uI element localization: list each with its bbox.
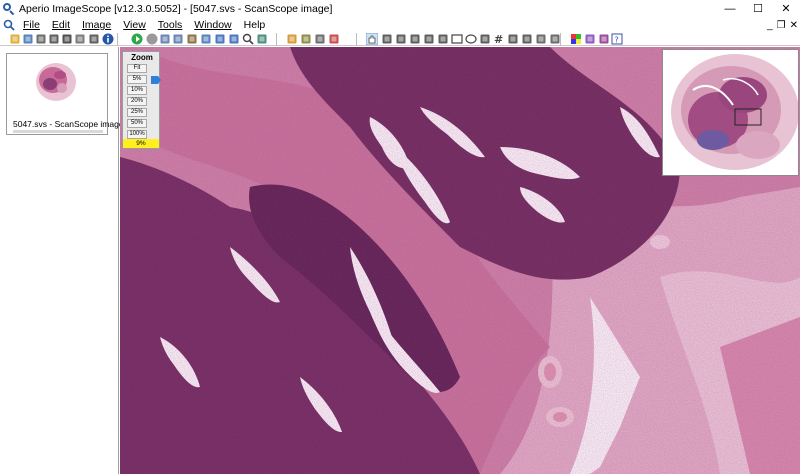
- ellipse-icon[interactable]: [465, 33, 477, 45]
- arrow-tool-icon[interactable]: [479, 33, 491, 45]
- annotation-icon[interactable]: [300, 33, 312, 45]
- select-arrow-icon[interactable]: [381, 33, 393, 45]
- zoom-panel: Zoom Fit 5% 10% 20% 25% 50% 100% 9%: [122, 51, 161, 149]
- save-icon[interactable]: [22, 33, 34, 45]
- pan-hand-icon[interactable]: [365, 32, 379, 46]
- svg-text:?: ?: [615, 36, 619, 45]
- stop-icon[interactable]: [146, 33, 158, 45]
- zoom-25-button[interactable]: 25%: [127, 108, 147, 117]
- menu-image[interactable]: Image: [76, 19, 117, 31]
- network-icon[interactable]: [159, 33, 171, 45]
- rectangle-icon[interactable]: [451, 33, 463, 45]
- menu-window[interactable]: Window: [188, 19, 237, 31]
- zoom-5-button[interactable]: 5%: [127, 75, 147, 84]
- toolbar-separator: [356, 33, 357, 46]
- color-icon[interactable]: [570, 33, 582, 45]
- title-bar: Aperio ImageScope [v12.3.0.5052] - [5047…: [0, 0, 800, 17]
- imagescope-window: Aperio ImageScope [v12.3.0.5052] - [5047…: [0, 0, 800, 474]
- info-icon[interactable]: [102, 33, 114, 45]
- hash-icon[interactable]: #: [493, 33, 505, 46]
- label-icon[interactable]: [507, 33, 519, 45]
- document-magnifier-icon[interactable]: [3, 19, 17, 31]
- doc-close-button[interactable]: ✕: [790, 20, 798, 31]
- pen-tool-icon[interactable]: [437, 33, 449, 45]
- layer-icon[interactable]: [535, 33, 547, 45]
- misc-icon[interactable]: [598, 33, 610, 45]
- slide-thumbnail-image: [36, 63, 76, 101]
- export-icon[interactable]: [328, 33, 340, 45]
- thumbnail-label: 5047.svs - ScanScope image: [13, 119, 124, 129]
- window-title: Aperio ImageScope [v12.3.0.5052] - [5047…: [19, 2, 333, 15]
- overview-window-icon[interactable]: [214, 33, 226, 45]
- menu-edit[interactable]: Edit: [46, 19, 76, 31]
- magnify-icon[interactable]: [242, 33, 254, 45]
- minimize-button[interactable]: —: [716, 0, 744, 17]
- lut-icon[interactable]: [584, 33, 596, 45]
- toolbar: #?: [0, 32, 800, 46]
- zoom-20-button[interactable]: 20%: [127, 97, 147, 106]
- doc-restore-button[interactable]: ❐: [777, 20, 786, 31]
- zoom-window-icon[interactable]: [228, 33, 240, 45]
- document-window-controls: _ ❐ ✕: [767, 17, 798, 33]
- window-controls: — ☐ ✕: [716, 0, 800, 17]
- help-icon[interactable]: ?: [611, 33, 623, 45]
- slide-icon[interactable]: [186, 33, 198, 45]
- maximize-button[interactable]: ☐: [744, 0, 772, 17]
- layer2-icon[interactable]: [549, 33, 561, 45]
- menu-tools[interactable]: Tools: [152, 19, 189, 31]
- zoom-slider-pointer[interactable]: [151, 76, 161, 84]
- network2-icon[interactable]: [172, 33, 184, 45]
- font-icon[interactable]: [88, 33, 100, 45]
- screen-icon[interactable]: [256, 33, 268, 45]
- zoom-current-level: 9%: [123, 139, 159, 148]
- capture-icon[interactable]: [61, 33, 73, 45]
- lock-icon[interactable]: [314, 33, 326, 45]
- svg-text:#: #: [494, 33, 503, 45]
- select-region-icon[interactable]: [200, 33, 212, 45]
- zoom-title: Zoom: [131, 53, 153, 62]
- overview-navigator[interactable]: [662, 49, 799, 176]
- doc-minimize-button[interactable]: _: [767, 20, 773, 31]
- zoom-100-button[interactable]: 100%: [127, 130, 147, 139]
- camera-icon[interactable]: [74, 33, 86, 45]
- notes-icon[interactable]: [286, 33, 298, 45]
- slide-thumbnail[interactable]: 5047.svs - ScanScope image: [6, 53, 124, 135]
- play-icon[interactable]: [131, 33, 143, 45]
- zoom-10-button[interactable]: 10%: [127, 86, 147, 95]
- menu-file[interactable]: File: [17, 19, 46, 31]
- ruler-icon[interactable]: [423, 33, 435, 45]
- menu-bar: File Edit Image View Tools Window Help _…: [0, 17, 800, 33]
- overview-image: [663, 50, 798, 175]
- close-button[interactable]: ✕: [772, 0, 800, 17]
- zoom-50-button[interactable]: 50%: [127, 119, 147, 128]
- toolbar-separator: [117, 33, 118, 46]
- open-folder-icon[interactable]: [9, 33, 21, 45]
- pen-annotation-icon[interactable]: [395, 33, 407, 45]
- menu-view[interactable]: View: [117, 19, 152, 31]
- thumbnail-progress-bar: [13, 130, 103, 133]
- scanner-icon[interactable]: [35, 33, 47, 45]
- menu-help[interactable]: Help: [238, 19, 272, 31]
- pen2-icon[interactable]: [409, 33, 421, 45]
- slide-viewer[interactable]: Zoom Fit 5% 10% 20% 25% 50% 100% 9%: [120, 47, 800, 474]
- print-icon[interactable]: [48, 33, 60, 45]
- thumbnail-panel: 5047.svs - ScanScope image: [0, 47, 124, 474]
- image-region-icon[interactable]: [521, 33, 533, 45]
- app-magnifier-icon: [3, 2, 15, 15]
- zoom-fit-button[interactable]: Fit: [127, 64, 147, 73]
- toolbar-separator: [276, 33, 277, 46]
